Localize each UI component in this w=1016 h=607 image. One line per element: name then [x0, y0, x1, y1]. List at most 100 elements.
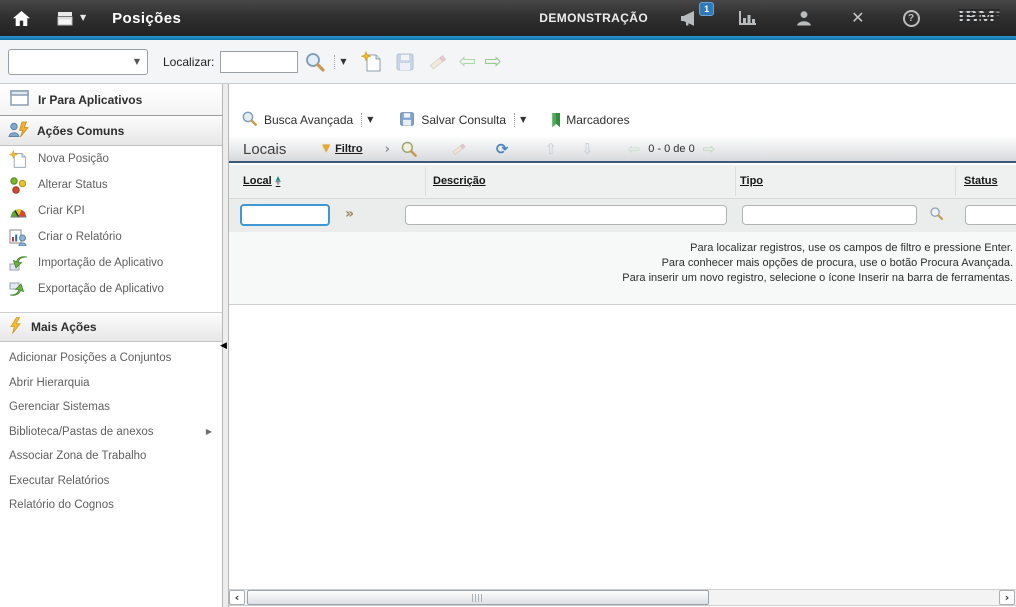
next-record-icon[interactable]: ⇨: [484, 51, 502, 72]
filter-row: »: [229, 199, 1016, 232]
scrollbar-grip-icon: [472, 594, 484, 602]
lightning-icon: [8, 317, 23, 337]
localizar-label: Localizar:: [163, 55, 214, 69]
next-page-icon[interactable]: ⇨: [703, 142, 716, 157]
bookmarks-button[interactable]: Marcadores: [552, 113, 629, 128]
sidebar-item-executar-relatorios[interactable]: Executar Relatórios: [0, 469, 222, 494]
expand-columns-icon[interactable]: »: [345, 207, 354, 221]
sidebar-item-nova-posicao[interactable]: Nova Posição: [0, 146, 222, 172]
filter-local-input[interactable]: [240, 204, 330, 226]
sidebar-item-relatorio-cognos[interactable]: Relatório do Cognos: [0, 493, 222, 518]
toolbar-separator: [514, 113, 515, 127]
filter-triangle-icon: ▼: [322, 144, 330, 154]
filter-descricao-input[interactable]: [405, 205, 727, 225]
bulletins-icon[interactable]: 1: [680, 11, 700, 26]
advanced-search-button[interactable]: Busca Avançada: [241, 110, 353, 130]
refresh-icon[interactable]: ⟳: [496, 142, 509, 157]
column-divider: [955, 167, 956, 196]
clear-changes-icon[interactable]: [427, 52, 449, 72]
go-to-label: Ir Para Aplicativos: [38, 93, 142, 107]
sidebar-item-abrir-hierarquia[interactable]: Abrir Hierarquia: [0, 371, 222, 396]
more-actions-header[interactable]: Mais Ações: [0, 312, 222, 342]
sidebar-item-label: Exportação de Aplicativo: [38, 283, 164, 295]
save-record-icon[interactable]: [395, 52, 415, 72]
sidebar-item-exportacao[interactable]: Exportação de Aplicativo: [0, 276, 222, 302]
column-header-status[interactable]: Status: [964, 175, 998, 187]
previous-row-icon[interactable]: ⇧: [545, 142, 558, 157]
notification-badge: 1: [699, 2, 714, 16]
sidebar-item-label: Adicionar Posições a Conjuntos: [9, 352, 171, 364]
home-icon[interactable]: [12, 10, 31, 27]
go-to-applications[interactable]: Ir Para Aplicativos: [0, 84, 222, 116]
advanced-search-caret-icon[interactable]: ▼: [367, 116, 373, 124]
sidebar-item-label: Executar Relatórios: [9, 475, 109, 487]
localizar-input[interactable]: [220, 51, 298, 73]
save-icon: [399, 111, 415, 130]
scroll-right-button[interactable]: ›: [999, 590, 1015, 605]
application-window: ▼ Posições DEMONSTRAÇÃO 1: [0, 0, 1016, 607]
menu-caret-icon: ▼: [80, 14, 86, 22]
ibm-logo: IBM®: [958, 7, 1000, 29]
more-actions-list: Adicionar Posições a Conjuntos Abrir Hie…: [0, 346, 222, 518]
next-row-icon[interactable]: ⇩: [581, 142, 594, 157]
save-query-button[interactable]: Salvar Consulta: [399, 111, 506, 130]
filter-tipo-input[interactable]: [742, 205, 917, 225]
column-header-descricao[interactable]: Descrição: [433, 175, 486, 187]
sidebar-item-associar-zona[interactable]: Associar Zona de Trabalho: [0, 444, 222, 469]
import-icon: [8, 255, 28, 271]
previous-page-icon[interactable]: ⇦: [628, 142, 641, 157]
filter-status-input[interactable]: [965, 205, 1016, 225]
list-title: Locais: [243, 141, 286, 158]
empty-list-help: Para localizar registros, use os campos …: [229, 232, 1016, 305]
column-header-tipo[interactable]: Tipo: [740, 175, 763, 187]
sidebar-item-importacao[interactable]: Importação de Aplicativo: [0, 250, 222, 276]
scroll-left-button[interactable]: ‹: [229, 590, 245, 605]
search-icon[interactable]: [304, 51, 326, 73]
bookmarks-label: Marcadores: [566, 113, 629, 127]
sidebar-item-adicionar-posicoes[interactable]: Adicionar Posições a Conjuntos: [0, 346, 222, 371]
help-line: Para inserir um novo registro, selecione…: [229, 271, 1013, 286]
common-actions-header[interactable]: Ações Comuns: [0, 116, 222, 146]
profile-icon[interactable]: [795, 10, 813, 26]
applications-menu-icon[interactable]: ▼: [57, 11, 86, 26]
query-toolbar: Busca Avançada ▼ Salvar Consulta ▼: [241, 110, 630, 130]
sidebar-item-label: Alterar Status: [38, 179, 108, 191]
expand-filter-icon[interactable]: ›: [385, 143, 390, 156]
reports-chart-icon[interactable]: [738, 11, 757, 26]
horizontal-scrollbar[interactable]: ‹ ›: [229, 589, 1016, 606]
search-icon[interactable]: [400, 140, 418, 158]
save-query-caret-icon[interactable]: ▼: [520, 116, 526, 124]
sidebar-item-criar-relatorio[interactable]: Criar o Relatório: [0, 224, 222, 250]
sidebar-item-alterar-status[interactable]: Alterar Status: [0, 172, 222, 198]
kpi-gauge-icon: [8, 204, 28, 218]
new-record-icon[interactable]: [361, 51, 383, 73]
bookmark-icon: [552, 113, 560, 128]
action-sidebar: Ir Para Aplicativos Ações Comuns Nov: [0, 84, 222, 607]
search-icon: [241, 110, 258, 130]
record-combobox[interactable]: ▼: [8, 49, 148, 75]
sidebar-item-gerenciar-sistemas[interactable]: Gerenciar Sistemas: [0, 395, 222, 420]
submenu-arrow-icon: ▶: [206, 428, 212, 436]
search-options-caret-icon[interactable]: ▼: [340, 58, 346, 66]
pagination-label: 0 - 0 de 0: [648, 143, 694, 155]
sidebar-item-label: Nova Posição: [38, 153, 109, 165]
sidebar-item-label: Criar KPI: [38, 205, 85, 217]
column-header-local[interactable]: Local ▲ ▼: [243, 175, 280, 187]
scrollbar-thumb[interactable]: [247, 590, 709, 605]
sign-out-icon[interactable]: ✕: [851, 10, 864, 26]
help-line: Para conhecer mais opções de procura, us…: [229, 256, 1013, 271]
collapse-sidebar-icon[interactable]: ◀: [220, 342, 227, 351]
clear-filter-icon[interactable]: [450, 141, 468, 157]
sidebar-item-biblioteca-anexos[interactable]: Biblioteca/Pastas de anexos ▶: [0, 420, 222, 445]
help-icon[interactable]: ?: [903, 10, 920, 27]
create-report-icon: [8, 229, 28, 246]
filter-link[interactable]: Filtro: [335, 143, 363, 155]
sidebar-item-criar-kpi[interactable]: Criar KPI: [0, 198, 222, 224]
sidebar-item-label: Biblioteca/Pastas de anexos: [9, 426, 153, 438]
common-actions-title: Ações Comuns: [37, 124, 124, 138]
list-titlebar: Locais ▼ Filtro › ⟳ ⇧ ⇩: [229, 137, 1016, 163]
tipo-lookup-icon[interactable]: [929, 206, 944, 226]
previous-record-icon[interactable]: ⇦: [459, 51, 477, 72]
sidebar-splitter[interactable]: ◀: [222, 84, 229, 607]
header-icon-group: 1 ✕ ?: [680, 10, 957, 27]
